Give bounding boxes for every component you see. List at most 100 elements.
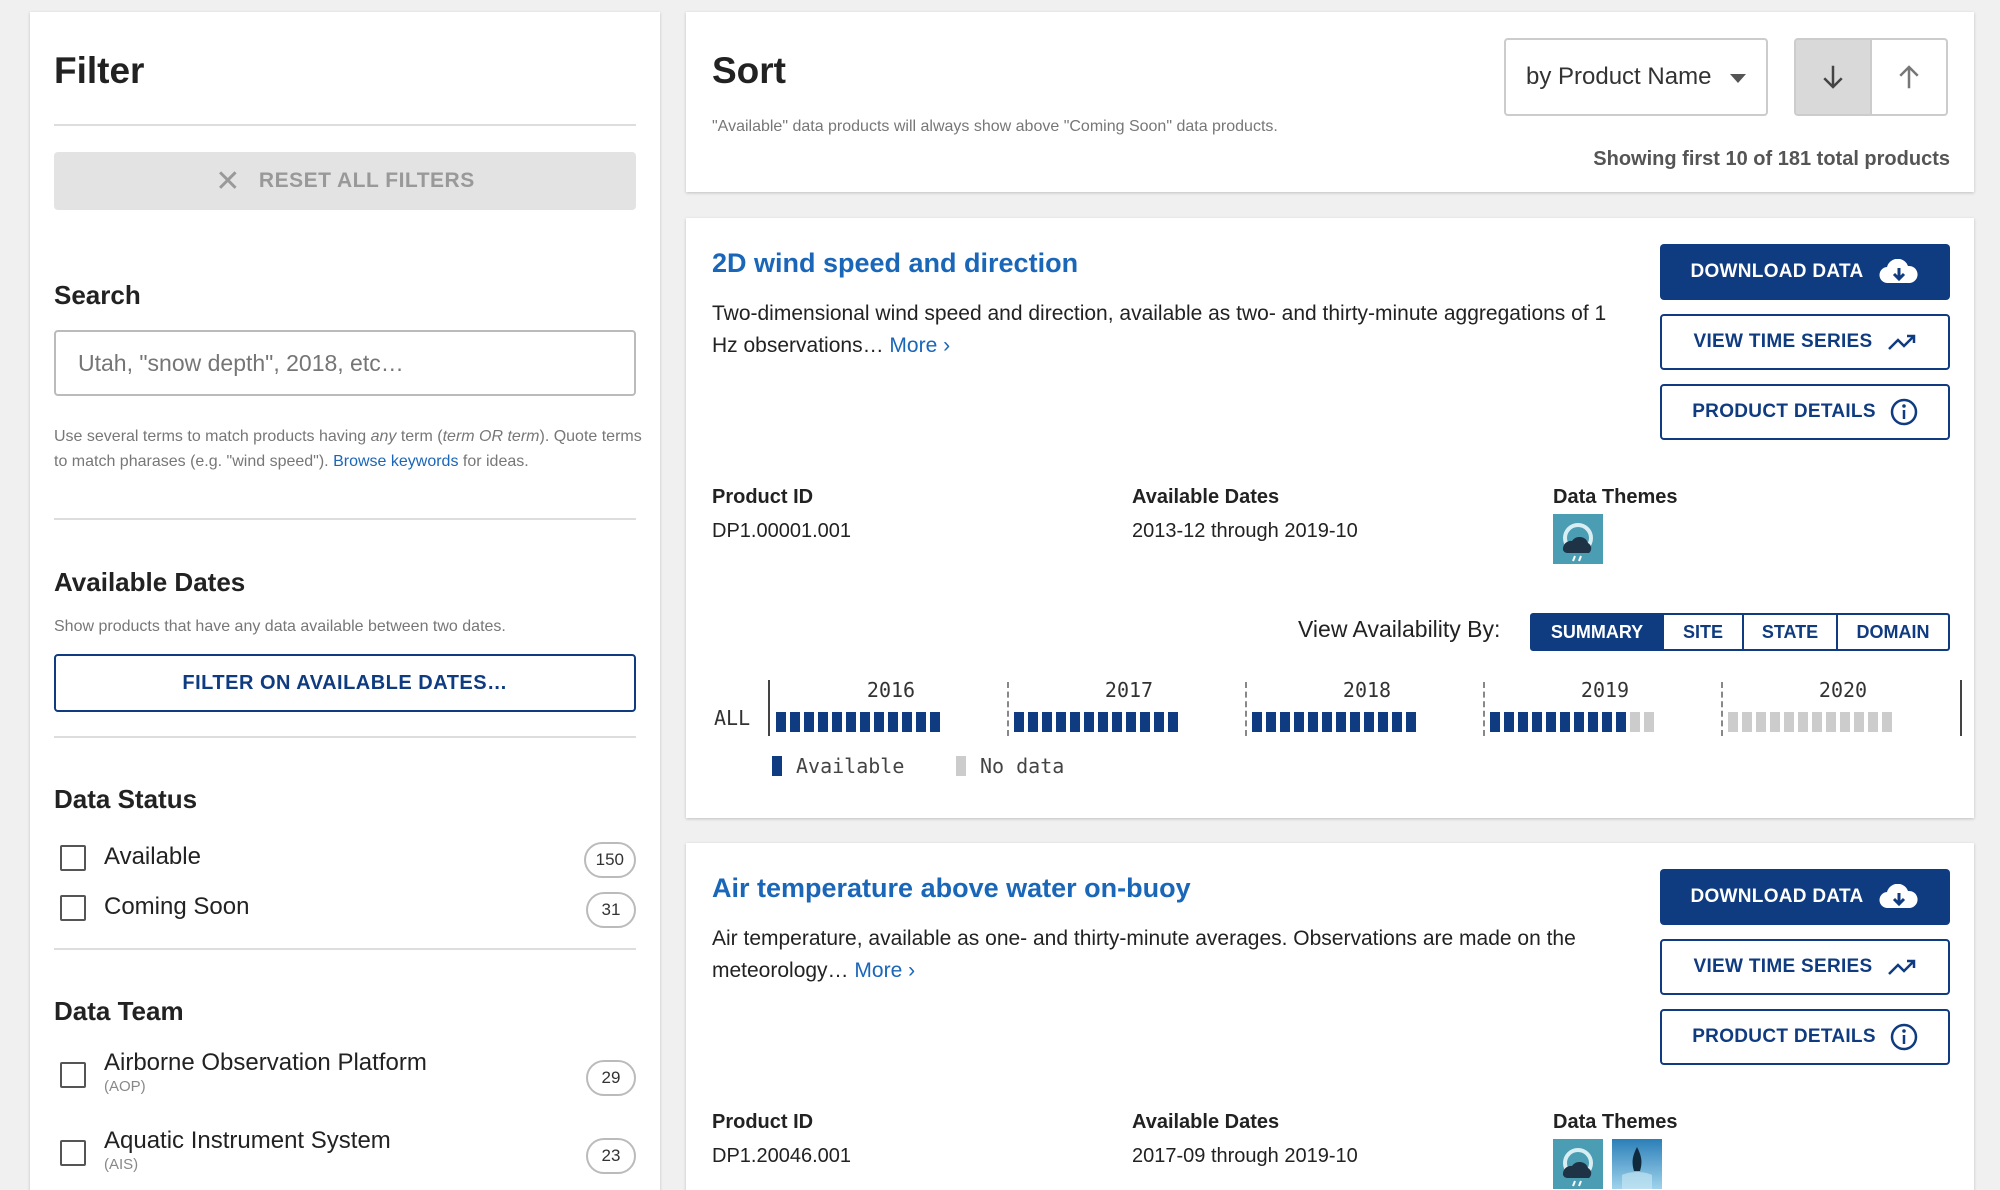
view-site-button[interactable]: SITE [1662, 615, 1742, 649]
product-card: Air temperature above water on-buoy Air … [686, 843, 1974, 1190]
available-month-bar [1574, 712, 1584, 732]
status-option-coming-soon[interactable]: Coming Soon 31 [60, 892, 636, 928]
available-month-bar [776, 712, 786, 732]
nodata-month-bar [1868, 712, 1878, 732]
atmosphere-icon [1553, 514, 1603, 564]
search-input[interactable] [54, 330, 636, 396]
product-details-button[interactable]: PRODUCT DETAILS [1660, 1009, 1950, 1065]
view-domain-button[interactable]: DOMAIN [1836, 615, 1948, 649]
nodata-month-bar [1630, 712, 1640, 732]
legend-swatch [956, 756, 966, 776]
checkbox[interactable] [60, 1140, 86, 1166]
legend-available: Available [772, 754, 904, 778]
available-month-bar [818, 712, 828, 732]
nodata-month-bar [1728, 712, 1738, 732]
team-option-ais[interactable]: Aquatic Instrument System (AIS) 23 [60, 1126, 636, 1174]
available-month-bar [1056, 712, 1066, 732]
available-month-bar [916, 712, 926, 732]
atmosphere-icon [1553, 1139, 1603, 1189]
option-sublabel: (AOP) [104, 1078, 146, 1095]
sort-note: "Available" data products will always sh… [712, 118, 1278, 135]
nodata-month-bar [1644, 712, 1654, 732]
dates-title: Available Dates [54, 567, 246, 597]
product-details-button[interactable]: PRODUCT DETAILS [1660, 384, 1950, 440]
available-month-bar [1266, 712, 1276, 732]
available-month-bar [1042, 712, 1052, 732]
option-label: Coming Soon [104, 893, 250, 920]
year-separator [1007, 682, 1009, 736]
year-separator [1483, 682, 1485, 736]
available-month-bar [1308, 712, 1318, 732]
nodata-month-bar [1798, 712, 1808, 732]
more-link[interactable]: More › [889, 334, 950, 357]
sort-selected: by Product Name [1526, 63, 1712, 90]
divider [54, 124, 636, 126]
view-availability-label: View Availability By: [1298, 616, 1501, 642]
download-data-button[interactable]: DOWNLOAD DATA [1660, 244, 1950, 300]
checkbox[interactable] [60, 845, 86, 871]
trend-icon [1887, 332, 1917, 352]
available-month-bar [874, 712, 884, 732]
option-label: Aquatic Instrument System (AIS) [104, 1127, 391, 1173]
more-link[interactable]: More › [854, 959, 915, 982]
available-month-bar [930, 712, 940, 732]
freshwater-icon [1612, 1139, 1662, 1189]
available-month-bar [1140, 712, 1150, 732]
sort-select[interactable]: by Product Name [1504, 38, 1768, 116]
count-badge: 23 [586, 1138, 636, 1174]
view-time-series-button[interactable]: VIEW TIME SERIES [1660, 314, 1950, 370]
available-month-bar [1392, 712, 1402, 732]
data-themes-label: Data Themes [1553, 1111, 1678, 1133]
available-month-bar [1112, 712, 1122, 732]
trend-icon [1887, 957, 1917, 977]
available-month-bar [832, 712, 842, 732]
available-month-bar [1616, 712, 1626, 732]
timeline-end-edge [1960, 680, 1962, 736]
product-title-link[interactable]: Air temperature above water on-buoy [712, 873, 1191, 904]
arrow-up-icon [1899, 65, 1919, 89]
year-label: 2018 [1342, 678, 1392, 702]
product-id: DP1.20046.001 [712, 1145, 852, 1167]
available-month-bar [1154, 712, 1164, 732]
timeline-start-edge [768, 680, 770, 736]
browse-keywords-link[interactable]: Browse keywords [333, 453, 458, 470]
available-dates-label: Available Dates [1132, 486, 1280, 508]
year-separator [1721, 682, 1723, 736]
available-month-bar [1378, 712, 1388, 732]
checkbox[interactable] [60, 1062, 86, 1088]
divider [54, 518, 636, 520]
available-month-bar [1280, 712, 1290, 732]
year-separator [1245, 682, 1247, 736]
checkbox[interactable] [60, 895, 86, 921]
divider [54, 736, 636, 738]
year-label: 2017 [1104, 678, 1154, 702]
product-card: 2D wind speed and direction Two-dimensio… [686, 218, 1974, 818]
reset-label: RESET ALL FILTERS [258, 169, 475, 192]
status-option-available[interactable]: Available 150 [60, 842, 636, 878]
product-id-label: Product ID [712, 486, 814, 508]
arrow-down-icon [1823, 65, 1843, 89]
available-month-bar [804, 712, 814, 732]
view-state-button[interactable]: STATE [1742, 615, 1836, 649]
view-time-series-button[interactable]: VIEW TIME SERIES [1660, 939, 1950, 995]
available-month-bar [1070, 712, 1080, 732]
product-description: Two-dimensional wind speed and direction… [712, 302, 1607, 357]
filter-dates-button[interactable]: FILTER ON AVAILABLE DATES… [54, 654, 636, 712]
team-option-aop[interactable]: Airborne Observation Platform (AOP) 29 [60, 1048, 636, 1096]
available-month-bar [1084, 712, 1094, 732]
available-dates-label: Available Dates [1132, 1111, 1280, 1133]
product-title-link[interactable]: 2D wind speed and direction [712, 248, 1078, 279]
nodata-month-bar [1840, 712, 1850, 732]
available-month-bar [1014, 712, 1024, 732]
view-summary-button[interactable]: SUMMARY [1532, 615, 1662, 649]
nodata-month-bar [1812, 712, 1822, 732]
reset-all-filters-button[interactable]: ✕ RESET ALL FILTERS [54, 152, 636, 210]
available-month-bar [1504, 712, 1514, 732]
sort-descending-button[interactable] [1794, 38, 1872, 116]
available-month-bar [1588, 712, 1598, 732]
search-help: Use several terms to match products havi… [54, 428, 642, 470]
sort-ascending-button[interactable] [1870, 38, 1948, 116]
download-data-button[interactable]: DOWNLOAD DATA [1660, 869, 1950, 925]
caret-down-icon [1730, 74, 1746, 83]
available-month-bar [846, 712, 856, 732]
